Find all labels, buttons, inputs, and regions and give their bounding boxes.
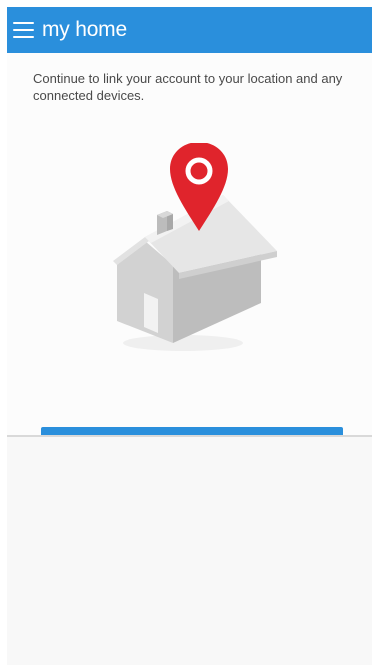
location-setup-panel: Continue to link your account to your lo… bbox=[7, 53, 372, 463]
intro-text: Continue to link your account to your lo… bbox=[33, 71, 343, 103]
house-with-location-pin-icon bbox=[113, 143, 277, 351]
hamburger-menu-icon[interactable] bbox=[12, 22, 34, 38]
content-area bbox=[7, 437, 372, 665]
menu-button[interactable] bbox=[10, 7, 36, 53]
app-bar: my home bbox=[7, 7, 372, 53]
screen: my home Continue to link your account to… bbox=[7, 7, 372, 665]
page-title: my home bbox=[42, 18, 127, 41]
